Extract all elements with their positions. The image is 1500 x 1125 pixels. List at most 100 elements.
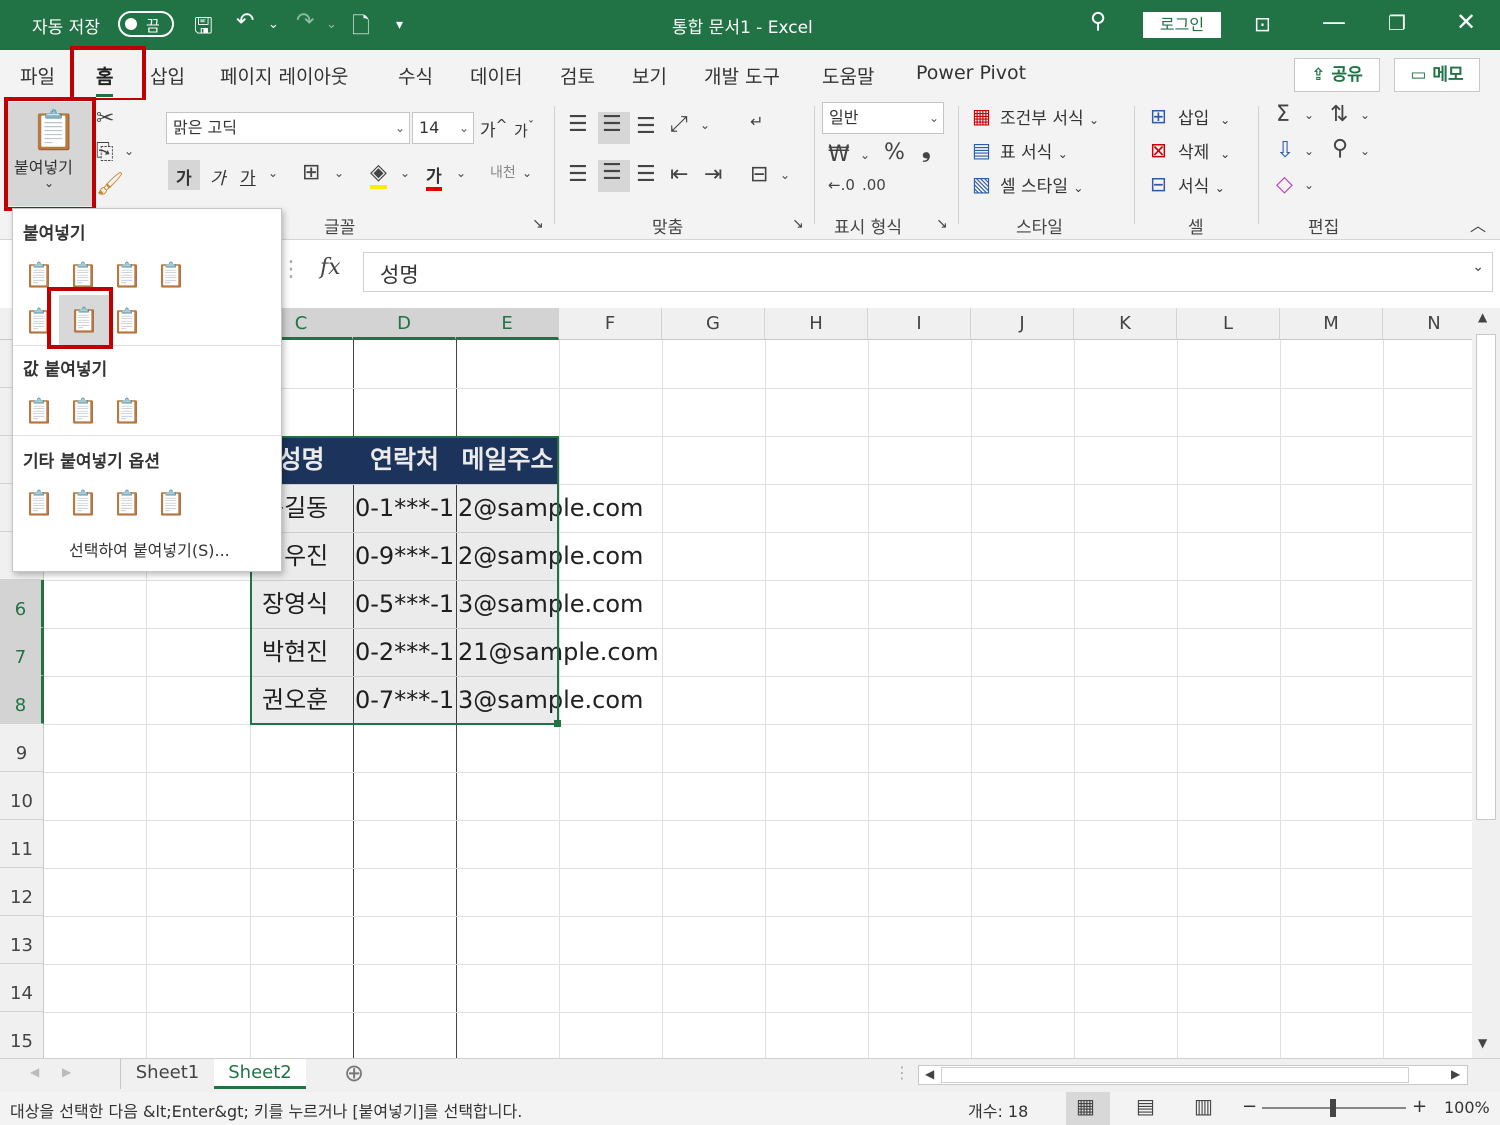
transpose-icon[interactable]: 📋: [111, 305, 143, 337]
vertical-scrollbar[interactable]: ▲ ▼: [1472, 308, 1500, 1058]
accounting-format-icon[interactable]: ₩: [828, 142, 850, 167]
row-header[interactable]: 12: [0, 868, 44, 916]
row-header[interactable]: 11: [0, 820, 44, 868]
format-painter-icon[interactable]: 🖌: [96, 172, 124, 197]
page-break-preview-icon[interactable]: ▥: [1194, 1094, 1213, 1118]
column-header[interactable]: I: [868, 308, 971, 340]
grow-font-button[interactable]: 가^: [480, 116, 508, 141]
shrink-font-button[interactable]: 가ˇ: [514, 118, 534, 141]
horizontal-scrollbar[interactable]: ◀ ▶: [918, 1065, 1468, 1085]
align-top-icon[interactable]: ☰: [568, 112, 588, 137]
format-cells-icon[interactable]: ⊟: [1150, 172, 1167, 196]
save-icon[interactable]: 🖫: [194, 9, 213, 47]
tab-developer[interactable]: 개발 도구: [704, 62, 780, 89]
row-header[interactable]: 15: [0, 1012, 44, 1058]
fill-color-dropdown-icon[interactable]: ⌄: [400, 166, 410, 180]
insert-cells-icon[interactable]: ⊞: [1150, 104, 1167, 128]
scroll-right-icon[interactable]: ▶: [1451, 1067, 1460, 1081]
undo-icon[interactable]: ↶: [236, 9, 254, 34]
decrease-indent-icon[interactable]: ⇤: [670, 162, 688, 187]
values-source-format-icon[interactable]: 📋: [111, 395, 143, 427]
column-header[interactable]: L: [1177, 308, 1280, 340]
column-header[interactable]: D: [353, 308, 456, 340]
zoom-out-icon[interactable]: −: [1242, 1096, 1257, 1117]
font-name-select[interactable]: 맑은 고딕 ⌄: [166, 112, 410, 144]
formatting-icon[interactable]: 📋: [23, 487, 55, 519]
format-table-button[interactable]: 표 서식 ⌄: [1000, 138, 1068, 163]
restore-icon[interactable]: ❐: [1388, 11, 1406, 35]
insert-function-icon[interactable]: fx: [320, 255, 341, 280]
font-color-button[interactable]: 가: [426, 162, 442, 191]
underline-button[interactable]: 가: [240, 164, 256, 189]
scroll-left-icon[interactable]: ◀: [925, 1067, 934, 1081]
comma-style-icon[interactable]: ❟: [922, 138, 931, 163]
row-header[interactable]: 7: [0, 628, 44, 676]
fill-dropdown-icon[interactable]: ⌄: [1304, 144, 1314, 158]
number-format-select[interactable]: 일반 ⌄: [822, 102, 944, 134]
accounting-dropdown-icon[interactable]: ⌄: [860, 148, 870, 162]
autosum-icon[interactable]: Σ: [1276, 102, 1290, 127]
align-right-icon[interactable]: ☰: [636, 162, 656, 187]
underline-dropdown-icon[interactable]: ⌄: [268, 166, 278, 180]
clear-icon[interactable]: ◇: [1276, 172, 1293, 197]
wrap-text-icon[interactable]: ↵: [750, 112, 763, 131]
paste-formulas-number-format-icon[interactable]: 📋: [111, 259, 143, 291]
conditional-format-icon[interactable]: ▦: [972, 104, 991, 128]
column-header[interactable]: H: [765, 308, 868, 340]
zoom-level[interactable]: 100%: [1444, 1098, 1490, 1117]
tab-formulas[interactable]: 수식: [398, 62, 433, 89]
tab-insert[interactable]: 삽입: [150, 62, 185, 89]
align-dialog-launcher-icon[interactable]: ↘: [792, 216, 804, 232]
scroll-up-icon[interactable]: ▲: [1478, 310, 1487, 324]
increase-indent-icon[interactable]: ⇥: [704, 162, 722, 187]
tab-file[interactable]: 파일: [20, 62, 55, 89]
insert-cells-button[interactable]: 삽입 ⌄: [1178, 104, 1230, 129]
copy-icon[interactable]: ⎘: [96, 140, 114, 165]
column-header[interactable]: E: [456, 308, 559, 340]
cut-icon[interactable]: ✂: [96, 106, 114, 131]
increase-decimal-icon[interactable]: ←.0: [828, 176, 855, 194]
row-header[interactable]: 10: [0, 772, 44, 820]
column-header[interactable]: G: [662, 308, 765, 340]
borders-icon[interactable]: ⊞: [302, 160, 320, 185]
sort-filter-dropdown-icon[interactable]: ⌄: [1360, 108, 1370, 122]
autosum-dropdown-icon[interactable]: ⌄: [1304, 108, 1314, 122]
orientation-dropdown-icon[interactable]: ⌄: [700, 118, 710, 132]
share-button[interactable]: ⇪ 공유: [1294, 58, 1380, 92]
column-header[interactable]: J: [971, 308, 1074, 340]
align-bottom-icon[interactable]: ☰: [636, 114, 656, 139]
autosave-toggle[interactable]: 끔: [118, 11, 174, 37]
font-size-select[interactable]: 14 ⌄: [412, 112, 474, 144]
paste-special-item[interactable]: 선택하여 붙여넣기(S)...: [69, 537, 230, 561]
normal-view-button[interactable]: ▦: [1066, 1092, 1110, 1125]
prev-sheet-icon[interactable]: ◀: [30, 1065, 39, 1079]
format-table-icon[interactable]: ▤: [972, 138, 991, 162]
next-sheet-icon[interactable]: ▶: [62, 1065, 71, 1079]
phonetic-dropdown-icon[interactable]: ⌄: [522, 166, 532, 180]
percent-icon[interactable]: %: [884, 140, 905, 165]
sort-filter-icon[interactable]: ⇅: [1330, 102, 1348, 127]
decrease-decimal-icon[interactable]: .00: [862, 176, 886, 194]
fill-icon[interactable]: ⇩: [1276, 138, 1294, 163]
row-header[interactable]: 8: [0, 676, 44, 724]
sheet-tab-sheet2[interactable]: Sheet2: [214, 1059, 306, 1089]
find-select-dropdown-icon[interactable]: ⌄: [1360, 144, 1370, 158]
scroll-down-icon[interactable]: ▼: [1478, 1036, 1487, 1050]
tab-review[interactable]: 검토: [560, 62, 595, 89]
row-header[interactable]: 6: [0, 580, 44, 628]
new-sheet-icon[interactable]: ⊕: [344, 1059, 364, 1087]
ribbon-display-icon[interactable]: ⊡: [1254, 12, 1271, 36]
close-icon[interactable]: ✕: [1456, 8, 1476, 36]
tab-split-handle[interactable]: ⋮: [894, 1063, 910, 1082]
conditional-format-button[interactable]: 조건부 서식 ⌄: [1000, 104, 1099, 129]
column-header[interactable]: F: [559, 308, 662, 340]
delete-cells-button[interactable]: 삭제 ⌄: [1178, 138, 1230, 163]
format-cells-button[interactable]: 서식 ⌄: [1178, 172, 1225, 197]
cell-style-icon[interactable]: ▧: [972, 172, 991, 196]
login-button[interactable]: 로그인: [1143, 12, 1221, 38]
tab-data[interactable]: 데이터: [470, 62, 522, 89]
values-icon[interactable]: 📋: [23, 395, 55, 427]
fill-color-icon[interactable]: ◈: [370, 160, 387, 189]
align-center-button[interactable]: ☰: [598, 160, 630, 192]
redo-icon[interactable]: ↷: [296, 9, 314, 34]
